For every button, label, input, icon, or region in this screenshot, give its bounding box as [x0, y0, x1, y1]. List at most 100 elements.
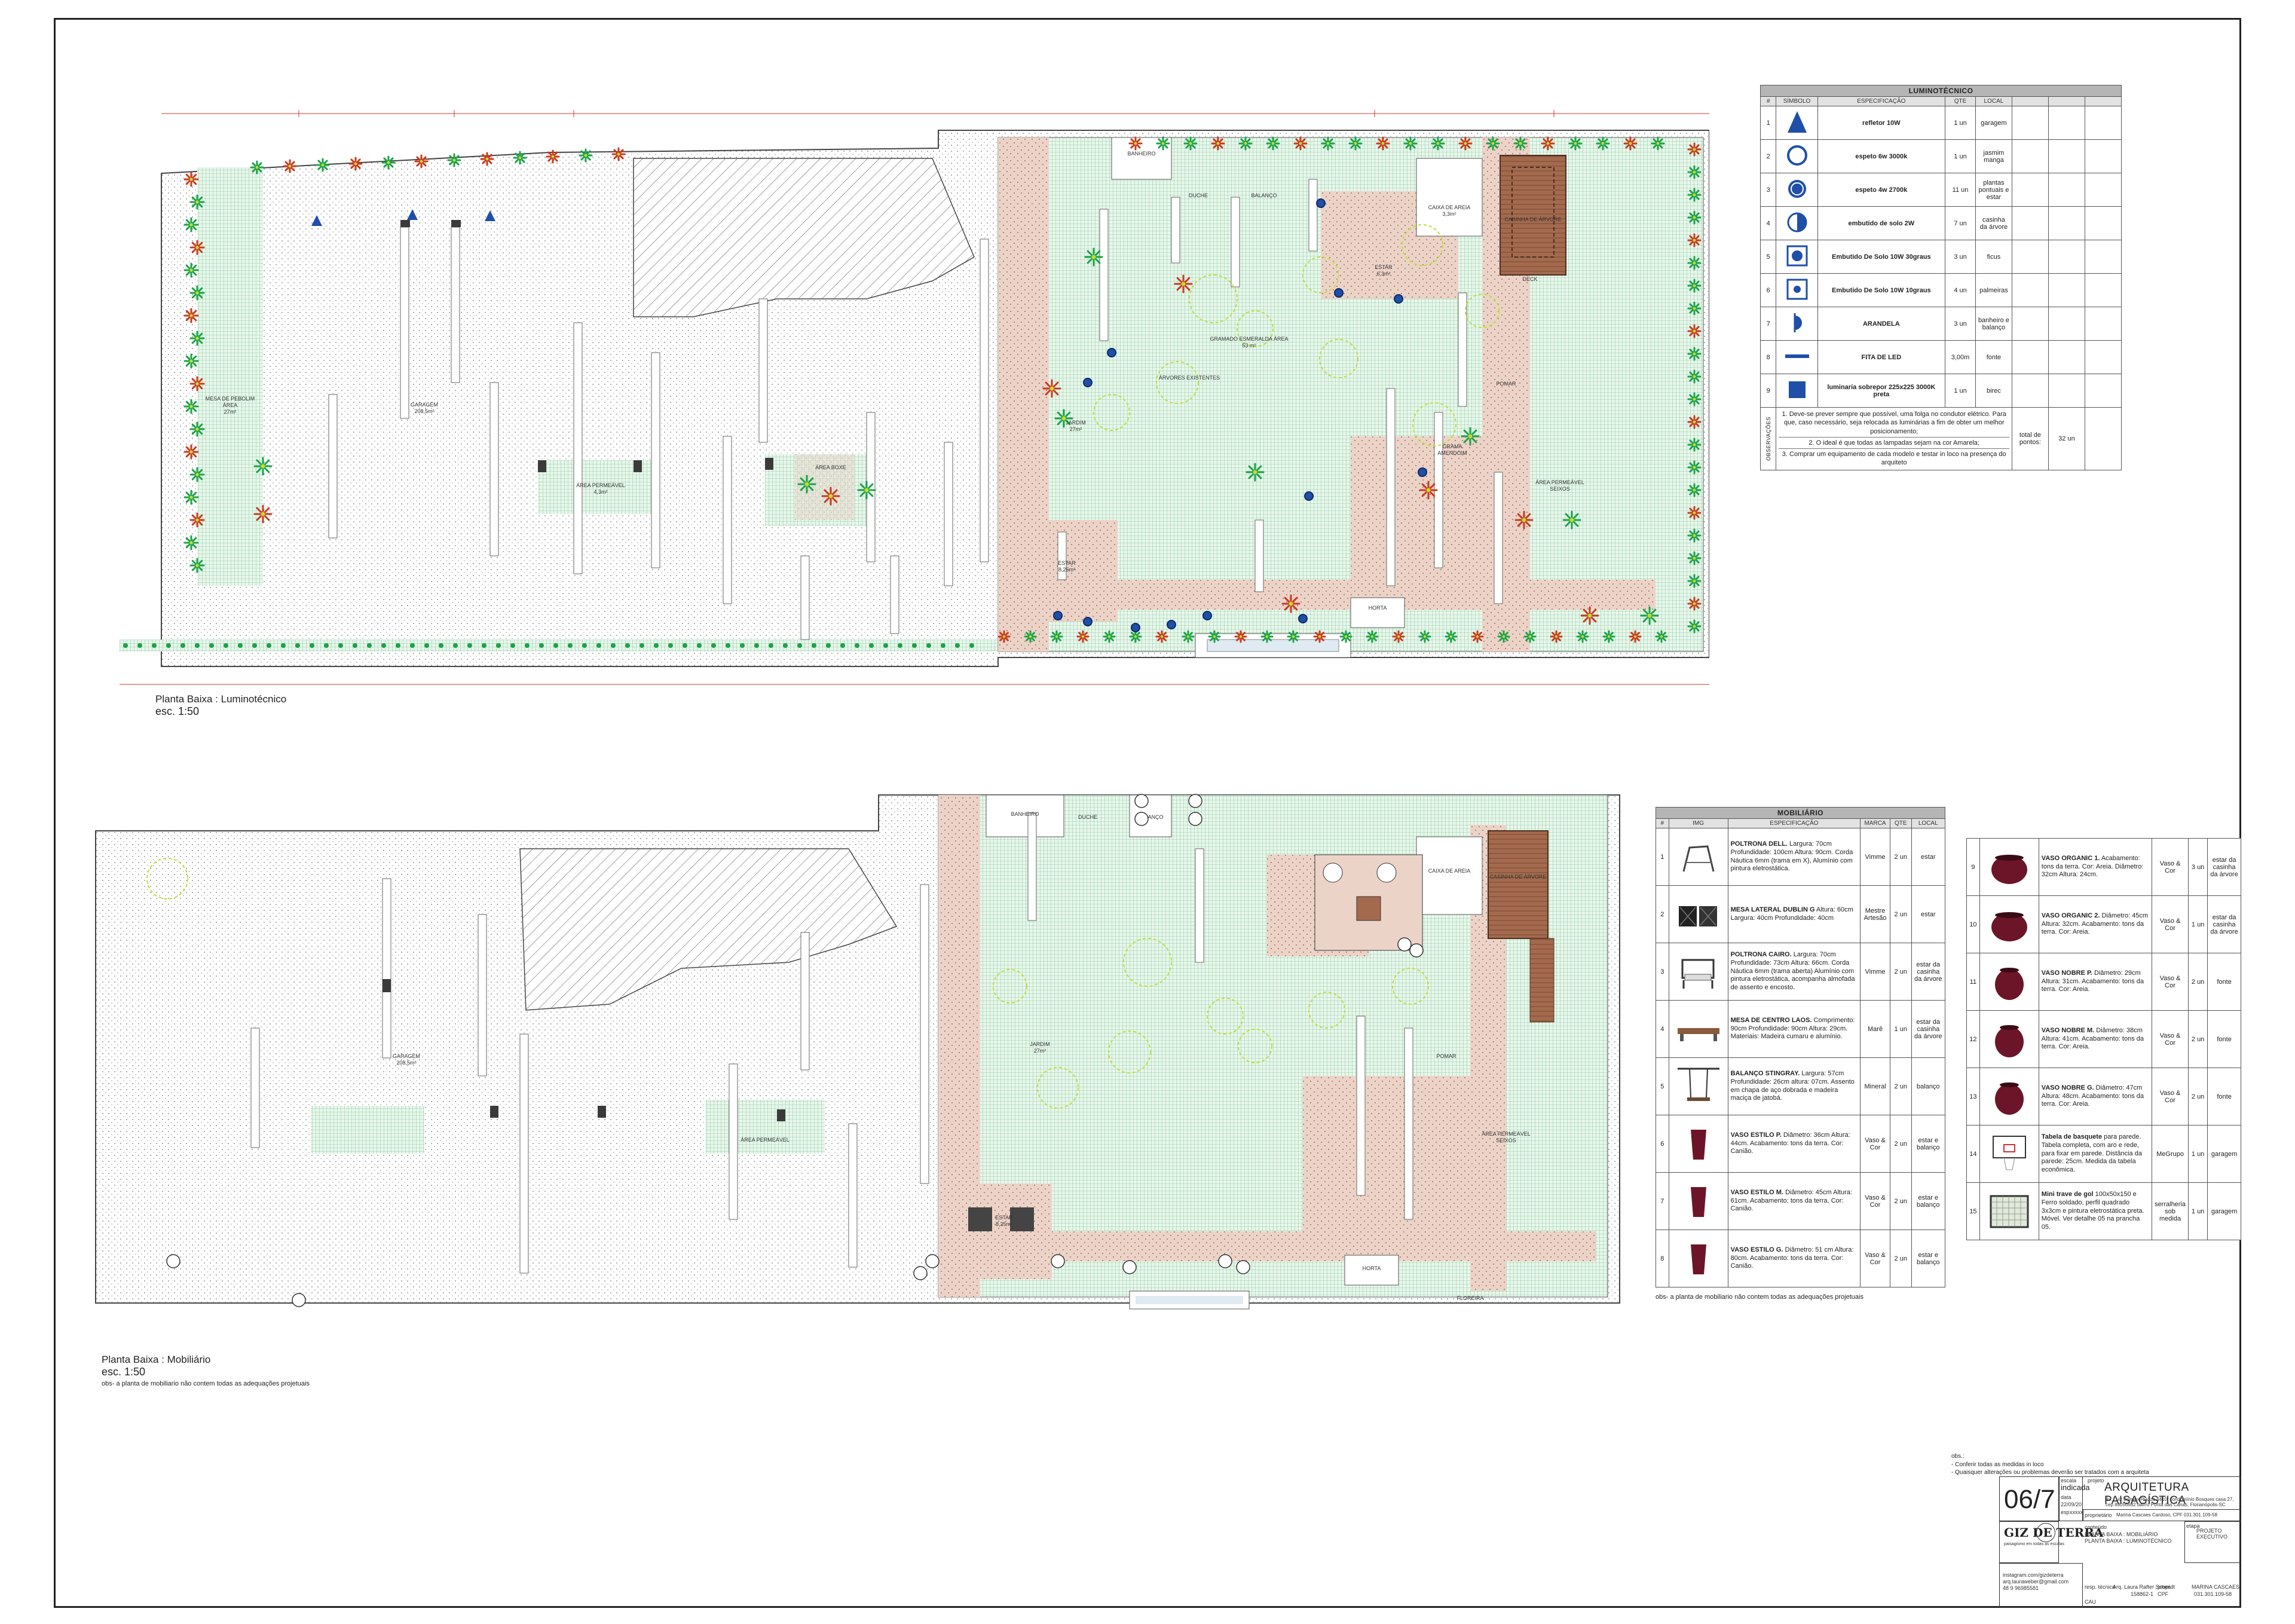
- furniture-image: [1668, 1115, 1728, 1173]
- shrub-dot: [525, 643, 530, 648]
- lighting-local: casinha da árvore: [1975, 206, 2012, 240]
- plant-symbol: [1687, 619, 1702, 634]
- shrub-dot: [869, 643, 874, 648]
- plant-symbol: [1687, 392, 1702, 406]
- furniture-ref-marker: [1122, 1260, 1137, 1274]
- shrub-dot: [754, 643, 759, 648]
- shrub-dot: [467, 643, 472, 648]
- furniture-image: [1668, 1230, 1728, 1287]
- furniture-row: 7 VASO ESTILO M. Diâmetro: 45cm Altura: 6…: [1656, 1172, 1946, 1230]
- furniture-ref-marker: [1218, 1254, 1232, 1268]
- shrub-dot: [137, 643, 142, 648]
- plant-symbol: [189, 467, 205, 482]
- lighting-num: 8: [1760, 340, 1777, 374]
- bowl-vase-icon: [1991, 854, 2027, 884]
- furniture-row: 12 VASO NOBRE M. Diâmetro: 38cm Altura: 4…: [1966, 1010, 2241, 1068]
- furniture-row: 10 VASO ORGANIC 2. Diâmetro: 45cm Altura:…: [1966, 895, 2241, 953]
- furniture-local: estar e balanço: [1911, 1115, 1946, 1173]
- mh-num: #: [1656, 818, 1669, 828]
- plant-symbol: [546, 149, 560, 164]
- project-address: Av. Luiz Boiteux Piazza 4410, condomínio…: [2106, 1497, 2234, 1507]
- lighting-table: LUMINOTÉCNICO # SÍMBOLO ESPECIFICAÇÃO QT…: [1760, 85, 2122, 470]
- label-horta-b: HORTA: [1363, 1265, 1381, 1271]
- shrub-dot: [926, 643, 931, 648]
- swing-icon: [1677, 1068, 1719, 1101]
- furniture-local: balanço: [1911, 1057, 1946, 1115]
- label-balanco: BALANÇO: [1251, 192, 1277, 198]
- plant-symbol: [1687, 279, 1702, 293]
- plant-symbol: [1471, 630, 1484, 643]
- furniture-qte: 2 un: [1889, 828, 1912, 886]
- furniture-num: 8: [1656, 1230, 1669, 1287]
- total-label: total de pontos:: [2011, 407, 2049, 470]
- furniture-row: 5 BALANÇO STINGRAY. Largura: 57cm Profund…: [1656, 1057, 1946, 1115]
- furniture-plan-drawing: GARAGEM 208,5m² BANHEIRO BALANÇO DUCHE JA…: [95, 794, 1620, 1310]
- plant-symbol: [348, 157, 363, 171]
- furniture-marca: Marê: [1860, 1000, 1890, 1058]
- shrub-dot: [582, 643, 587, 648]
- lighting-spec: Embutido De Solo 10W 30graus: [1817, 240, 1946, 274]
- furniture-marca: Mestre Artesão: [1860, 885, 1890, 943]
- label-arvores: ÁRVORES EXISTENTES: [1159, 375, 1220, 381]
- furniture-num: 7: [1656, 1172, 1669, 1230]
- furniture-image: [1668, 828, 1728, 886]
- furniture-name: VASO ORGANIC 1.: [2041, 854, 2100, 862]
- owner-name: Marina Cascaes Cardoso, CPF 031.301.109-…: [2116, 1512, 2217, 1518]
- furniture-spec: VASO ORGANIC 2. Diâmetro: 45cm Altura: 3…: [2038, 895, 2153, 953]
- plant-symbol: [1208, 630, 1221, 643]
- plant-symbol: [611, 147, 626, 161]
- shrub-dot: [510, 643, 515, 648]
- lighting-row: 3 espeto 4w 2700k 11 un plantas pontuais e …: [1760, 173, 2122, 207]
- shrub-dot: [295, 643, 300, 648]
- plant-symbol: [1103, 630, 1116, 643]
- lighting-local: banheiro e balanço: [1975, 307, 2012, 341]
- furniture-ref-marker: [1236, 1260, 1250, 1274]
- furniture-title: MOBILIÁRIO: [1656, 807, 1945, 819]
- label-floreira-b: FLOREIRA: [1456, 1295, 1483, 1301]
- furniture-local: fonte: [2207, 953, 2241, 1011]
- lighting-symbol: [1776, 173, 1818, 207]
- furniture-ref-marker: [1134, 794, 1149, 808]
- plant-symbol: [183, 172, 199, 187]
- shrub-dot: [123, 643, 128, 648]
- lamp-spike: [1083, 378, 1093, 387]
- furniture-local: garagem: [2207, 1182, 2241, 1240]
- round-vase-icon: [1994, 967, 2024, 1000]
- shrub-dot: [224, 643, 228, 648]
- coffee-table-icon: [1677, 1027, 1719, 1041]
- lighting-row: 6 Embutido De Solo 10W 10graus 4 un palmeir…: [1760, 273, 2122, 307]
- furniture-spec: VASO NOBRE M. Diâmetro: 38cm Altura: 41c…: [2038, 1010, 2153, 1068]
- lamp-spike: [1304, 491, 1314, 501]
- plant-symbol: [1651, 136, 1665, 151]
- shrub-dot: [424, 643, 429, 648]
- plant-symbol: [1339, 630, 1352, 643]
- furniture-local: fonte: [2207, 1068, 2241, 1126]
- mh-img: IMG: [1668, 818, 1728, 828]
- furniture-image: [1979, 1125, 2039, 1183]
- lighting-spec: Embutido De Solo 10W 10graus: [1817, 273, 1946, 307]
- plant-symbol: [1687, 460, 1702, 475]
- plant-symbol: [513, 151, 527, 165]
- furniture-num: 5: [1656, 1057, 1669, 1115]
- shrub-dot: [898, 643, 902, 648]
- plant-symbol: [1541, 136, 1555, 151]
- shrub-dot: [281, 643, 286, 648]
- plant-symbol: [1687, 233, 1702, 247]
- plant-symbol: [250, 160, 264, 175]
- furniture-num: 3: [1656, 943, 1669, 1001]
- plant-symbol: [1513, 136, 1528, 151]
- furniture-image: [1979, 838, 2039, 896]
- shrub-dot: [195, 643, 200, 648]
- plant-symbol: [1024, 630, 1037, 643]
- furniture-ref-marker: [913, 1266, 928, 1280]
- furniture-qte: 1 un: [2188, 1125, 2208, 1183]
- furniture-qte: 2 un: [2188, 1068, 2208, 1126]
- lighting-num: 1: [1760, 106, 1777, 140]
- plant-symbol: [1687, 574, 1702, 588]
- shrub-dot: [453, 643, 458, 648]
- obs-item: 2. O ideal é que todas as lampadas sejam…: [1779, 438, 2009, 449]
- lighting-local: ficus: [1975, 240, 2012, 274]
- round-vase-icon: [1994, 1082, 2024, 1115]
- shrub-dot: [639, 643, 644, 648]
- plant-symbol: [1687, 347, 1702, 361]
